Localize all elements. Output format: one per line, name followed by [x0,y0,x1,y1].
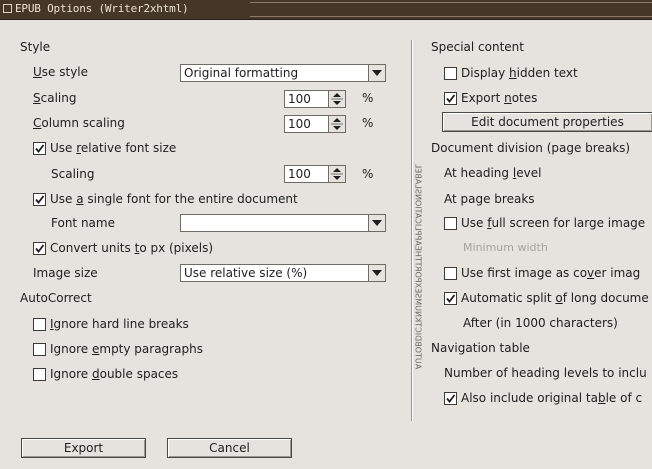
relative-scaling-spin-buttons[interactable] [328,166,345,182]
check-icon [35,144,45,153]
image-size-dropdown-button[interactable] [368,265,385,281]
relative-scaling-label: Scaling [51,167,95,181]
relative-scaling-spinner[interactable]: 100 [284,165,346,183]
font-name-label: Font name [51,216,115,230]
special-content-heading: Special content [431,40,524,54]
checkbox-box[interactable] [33,318,46,331]
vertical-garbled-label: AUTOBDICTKNUMSEXPORTTHEAPPLICATIONSLABEL [414,163,422,370]
autocorrect-heading: AutoCorrect [20,291,92,305]
check-icon [35,244,45,253]
image-size-label: Image size [33,266,98,280]
checkbox-box[interactable] [444,292,457,305]
use-style-dropdown[interactable]: Original formatting [180,64,386,82]
at-heading-level-label: At heading level [444,166,542,180]
style-heading: Style [20,40,51,54]
relative-font-label: Use relative font size [50,141,177,155]
window-menu-icon[interactable] [3,4,12,13]
convert-units-checkbox[interactable]: Convert units to px (pixels) [33,241,233,257]
edit-document-properties-button[interactable]: Edit document properties [442,112,652,132]
display-hidden-label: Display hidden text [461,66,578,80]
scaling-spin-buttons[interactable] [328,91,345,107]
full-screen-label: Use full screen for large image [461,216,646,230]
scaling-spinner[interactable]: 100 [284,90,346,108]
spin-arrows-icon [331,118,343,130]
font-name-dropdown[interactable] [180,214,386,232]
check-icon [446,94,456,103]
ignore-double-spaces-label: Ignore double spaces [50,367,179,381]
document-division-heading: Document division (page breaks) [431,141,631,155]
export-notes-checkbox[interactable]: Export notes [444,91,644,107]
cancel-button[interactable]: Cancel [167,438,292,458]
column-scaling-spinner[interactable]: 100 [284,115,346,133]
scaling-value: 100 [288,92,311,106]
scaling-percent: % [362,91,374,105]
full-screen-checkbox[interactable]: Use full screen for large image [444,216,652,232]
column-scaling-label: Column scaling [33,116,125,130]
display-hidden-checkbox[interactable]: Display hidden text [444,66,644,82]
spin-arrows-icon [331,168,343,180]
column-scaling-percent: % [362,116,374,130]
checkbox-box[interactable] [444,67,457,80]
at-page-breaks-label: At page breaks [444,192,535,206]
column-scaling-spin-buttons[interactable] [328,116,345,132]
heading-levels-label: Number of heading levels to inclu [444,366,647,380]
checkbox-box[interactable] [444,92,457,105]
checkbox-box[interactable] [33,142,46,155]
check-icon [446,294,456,303]
window-title: EPUB Options (Writer2xhtml) [15,2,189,15]
export-button[interactable]: Export [21,438,146,458]
use-style-value: Original formatting [184,66,299,80]
also-include-label: Also include original table of c [461,391,643,405]
image-size-dropdown[interactable]: Use relative size (%) [180,264,386,282]
spin-arrows-icon [331,93,343,105]
column-divider [411,40,413,421]
checkbox-box[interactable] [444,217,457,230]
chevron-down-icon [372,270,382,276]
relative-scaling-percent: % [362,167,374,181]
checkbox-box[interactable] [444,267,457,280]
after-chars-label: After (in 1000 characters) [463,316,618,330]
convert-units-label: Convert units to px (pixels) [50,241,214,255]
auto-split-label: Automatic split of long docume [461,291,649,305]
first-image-cover-label: Use first image as cover imag [461,266,641,280]
ignore-line-breaks-checkbox[interactable]: Ignore hard line breaks [33,317,233,333]
also-include-checkbox[interactable]: Also include original table of c [444,391,652,407]
image-size-value: Use relative size (%) [184,266,308,280]
chevron-down-icon [372,70,382,76]
checkbox-box[interactable] [33,193,46,206]
check-icon [446,394,456,403]
title-bar-stripe [250,2,652,17]
export-notes-label: Export notes [461,91,538,105]
first-image-cover-checkbox[interactable]: Use first image as cover imag [444,266,652,282]
checkbox-box[interactable] [444,392,457,405]
checkbox-box[interactable] [33,343,46,356]
chevron-down-icon [372,220,382,226]
use-style-dropdown-button[interactable] [368,65,385,81]
check-icon [35,195,45,204]
auto-split-checkbox[interactable]: Automatic split of long docume [444,291,652,307]
relative-scaling-value: 100 [288,167,311,181]
use-style-label: Use style [33,65,89,79]
checkbox-box[interactable] [33,242,46,255]
single-font-label: Use a single font for the entire documen… [50,192,298,206]
title-bar[interactable]: EPUB Options (Writer2xhtml) [0,0,652,20]
minimum-width-label: Minimum width [463,241,548,254]
column-scaling-value: 100 [288,117,311,131]
ignore-line-breaks-label: Ignore hard line breaks [50,317,189,331]
scaling-label: Scaling [33,91,77,105]
ignore-empty-paragraphs-checkbox[interactable]: Ignore empty paragraphs [33,342,233,358]
font-name-dropdown-button[interactable] [368,215,385,231]
navigation-table-heading: Navigation table [431,341,530,355]
relative-font-checkbox[interactable]: Use relative font size [33,141,233,157]
single-font-checkbox[interactable]: Use a single font for the entire documen… [33,192,333,208]
checkbox-box[interactable] [33,368,46,381]
ignore-empty-paragraphs-label: Ignore empty paragraphs [50,342,203,356]
ignore-double-spaces-checkbox[interactable]: Ignore double spaces [33,367,233,383]
